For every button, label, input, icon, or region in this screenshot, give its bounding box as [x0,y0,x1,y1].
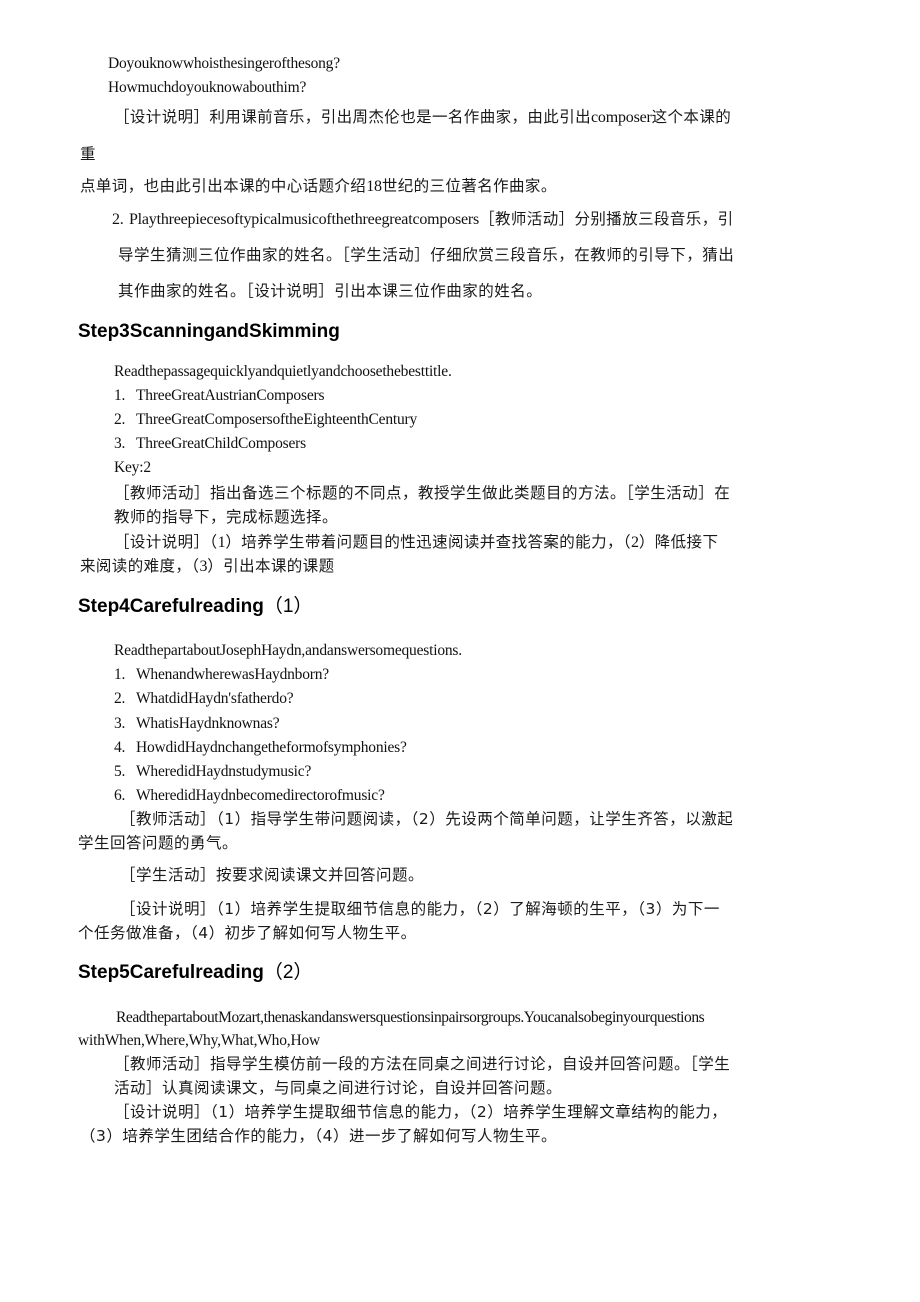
activity2-title: Playthreepiecesoftypicalmusicofthethreeg… [128,211,480,228]
step4-question-6: 6. WheredidHaydnbecomedirectorofmusic? [114,788,385,804]
question-text: WhenandwherewasHaydnborn? [136,666,329,683]
intro-design-note-wrap: 重 [80,145,97,163]
step4-design-line1: ［设计说明］（1）培养学生提取细节信息的能力，（2）了解海顿的生平，（3）为下一 [120,900,720,918]
step4-teacher-line1: ［教师活动］（1）指导学生带问题阅读，（2）先设两个简单问题，让学生齐答，以激起 [120,810,734,828]
step3-option-3: 3. ThreeGreatChildComposers [114,436,306,452]
step3-heading: Step3ScanningandSkimming [78,321,340,342]
step4-question-2: 2. WhatdidHaydn'sfatherdo? [114,690,294,707]
question-number: 6. [114,787,126,804]
step4-question-1: 1. WhenandwherewasHaydnborn? [114,667,329,683]
step5-design-line1: ［设计说明］（1）培养学生提取细节信息的能力，（2）培养学生理解文章结构的能力， [114,1103,728,1121]
option-text: ThreeGreatComposersoftheEighteenthCentur… [136,411,418,428]
century-number: 18 [366,178,382,195]
question-number: 1. [114,666,126,683]
option-number: 3. [114,435,126,452]
question-text: WhatdidHaydn'sfatherdo? [136,690,294,707]
step4-question-5: 5. WheredidHaydnstudymusic? [114,764,311,780]
step4-question-4: 4. HowdidHaydnchangetheformofsymphonies? [114,740,407,756]
step3-teacher-line2: 教师的指导下，完成标题选择。 [114,508,339,526]
step4-instruction: ReadthepartaboutJosephHaydn,andanswersom… [114,642,462,659]
step3-option-1: 1. ThreeGreatAustrianComposers [114,388,324,404]
intro-question-singer: Doyouknowwhoisthesingerofthesong? [108,55,340,72]
option-text: ThreeGreatAustrianComposers [136,387,325,404]
design-text: 来阅读的难度，（ [80,557,200,575]
step3-option-2: 2. ThreeGreatComposersoftheEighteenthCent… [114,412,417,428]
intro-design-note-line3: 点单词，也由此引出本课的中心话题介绍18世纪的三位著名作曲家。 [80,177,557,195]
step4-teacher-line2: 学生回答问题的勇气。 [78,834,239,852]
keyword-composer: composer [591,109,652,126]
activity2-line1: 2. Playthreepiecesoftypicalmusicofthethr… [112,210,734,228]
step5-instruction-line1: ReadthepartaboutMozart,thenaskandanswers… [116,1009,705,1026]
step4-student-line: ［学生活动］按要求阅读课文并回答问题。 [120,866,425,884]
design-text: ）引出本课的课题 [207,557,335,575]
question-text: WheredidHaydnstudymusic? [136,763,312,780]
step5-heading-paren: （2） [263,962,313,983]
step3-instruction: Readthepassagequicklyandquietlyandchoose… [114,363,452,380]
design-note-text: ［设计说明］利用课前音乐，引出周杰伦也是一名作曲家，由此引出 [114,108,592,126]
intro-question-about-him: Howmuchdoyouknowabouthim? [108,79,307,96]
question-text: HowdidHaydnchangetheformofsymphonies? [136,739,407,756]
design-text: ）降低接下 [638,533,719,551]
step4-heading: Step4Carefulreading（1） [78,597,312,616]
activity2-teacher: ［教师活动］分别播放三段音乐，引 [479,210,734,228]
intro-design-note-line1: ［设计说明］利用课前音乐，引出周杰伦也是一名作曲家，由此引出composer这个… [114,108,732,126]
question-number: 3. [114,715,126,732]
step5-teacher-line2: 活动］认真阅读课文，与同桌之间进行讨论，自设并回答问题。 [114,1079,563,1097]
question-text: WhatisHaydnknownas? [136,715,280,732]
design-number: 2 [631,534,639,551]
option-text: ThreeGreatChildComposers [136,435,306,452]
question-number: 4. [114,739,126,756]
option-number: 1. [114,387,126,404]
step4-design-line2: 个任务做准备，（4）初步了解如何写人物生平。 [78,924,417,942]
step5-heading: Step5Carefulreading（2） [78,963,312,982]
question-number: 5. [114,763,126,780]
step3-design-line2: 来阅读的难度，（3）引出本课的课题 [80,557,335,575]
step3-teacher-line1: ［教师活动］指出备选三个标题的不同点，教授学生做此类题目的方法。［学生活动］在 [114,484,731,502]
question-text: WheredidHaydnbecomedirectorofmusic? [136,787,385,804]
step5-teacher-line1: ［教师活动］指导学生模仿前一段的方法在同桌之间进行讨论，自设并回答问题。［学生 [114,1055,731,1073]
activity2-line2: 导学生猜测三位作曲家的姓名。［学生活动］仔细欣赏三段音乐，在教师的引导下，猜出 [118,246,735,264]
step4-heading-paren: （1） [263,596,313,617]
question-number: 2. [114,690,126,707]
design-text: ）培养学生带着问题目的性迅速阅读并查找答案的能力，（ [225,533,632,551]
design-note-text: 这个本课的 [651,108,732,126]
design-text: ［设计说明］（ [114,533,218,551]
step4-heading-text: Step4Carefulreading [78,596,264,617]
option-number: 2. [114,411,126,428]
step3-key: Key:2 [114,459,151,476]
design-note-text: 点单词，也由此引出本课的中心话题介绍 [80,177,367,195]
design-note-text: 世纪的三位著名作曲家。 [381,177,557,195]
activity2-line3: 其作曲家的姓名。［设计说明］引出本课三位作曲家的姓名。 [118,282,543,300]
activity2-number: 2. [112,211,124,228]
step5-instruction-line2: withWhen,Where,Why,What,Who,How [78,1032,320,1049]
step3-design-line1: ［设计说明］（1）培养学生带着问题目的性迅速阅读并查找答案的能力，（2）降低接下 [114,533,719,551]
step4-question-3: 3. WhatisHaydnknownas? [114,715,280,732]
step5-design-line2: （3）培养学生团结合作的能力，（4）进一步了解如何写人物生平。 [80,1127,557,1145]
step5-heading-text: Step5Carefulreading [78,962,264,983]
